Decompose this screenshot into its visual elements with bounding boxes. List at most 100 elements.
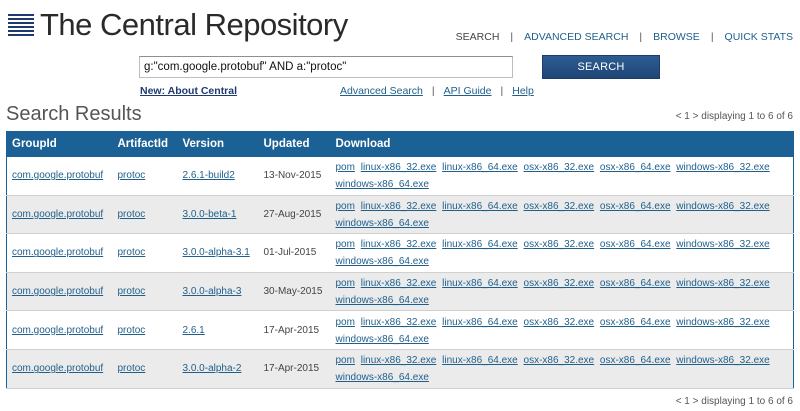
table-row: com.google.protobuf protoc 3.0.0-alpha-3.1… (6, 233, 794, 273)
results-table: GroupId ArtifactId Version Updated Downl… (6, 131, 794, 389)
column-header-artifactid[interactable]: ArtifactId (112, 131, 178, 157)
version-link[interactable]: 2.6.1-build2 (183, 170, 235, 181)
version-link[interactable]: 3.0.0-alpha-2 (183, 363, 242, 374)
nav-separator: | (510, 31, 514, 43)
download-link[interactable]: windows-x86_64.exe (336, 256, 429, 267)
version-link[interactable]: 3.0.0-beta-1 (183, 209, 237, 220)
download-link[interactable]: windows-x86_32.exe (676, 317, 769, 328)
column-header-updated[interactable]: Updated (258, 131, 331, 157)
artifactid-cell: protoc (112, 195, 178, 235)
advanced-search-link[interactable]: Advanced Search (340, 85, 423, 97)
nav-quick-stats[interactable]: QUICK STATS (725, 31, 793, 43)
news-link-container: New: About Central (140, 85, 237, 97)
download-link[interactable]: linux-x86_32.exe (361, 355, 437, 366)
download-link[interactable]: pom (336, 278, 355, 289)
table-row: com.google.protobuf protoc 3.0.0-alpha-3 30… (6, 272, 794, 312)
site-title: The Central Repository (40, 7, 348, 42)
download-link[interactable]: windows-x86_32.exe (676, 355, 769, 366)
download-link[interactable]: pom (336, 201, 355, 212)
download-link[interactable]: osx-x86_32.exe (524, 162, 595, 173)
download-link[interactable]: osx-x86_32.exe (524, 278, 595, 289)
download-link[interactable]: windows-x86_64.exe (336, 334, 429, 345)
download-link[interactable]: osx-x86_32.exe (524, 239, 595, 250)
updated-cell: 17-Apr-2015 (258, 310, 331, 350)
download-link[interactable]: windows-x86_64.exe (336, 295, 429, 306)
download-link[interactable]: windows-x86_64.exe (336, 218, 429, 229)
column-header-groupid[interactable]: GroupId (6, 131, 113, 157)
download-link[interactable]: osx-x86_64.exe (600, 355, 671, 366)
artifactid-link[interactable]: protoc (118, 247, 146, 258)
download-link[interactable]: pom (336, 317, 355, 328)
help-link[interactable]: Help (512, 85, 534, 97)
artifactid-link[interactable]: protoc (118, 363, 146, 374)
download-link[interactable]: linux-x86_32.exe (361, 278, 437, 289)
download-link[interactable]: linux-x86_64.exe (442, 355, 518, 366)
groupid-link[interactable]: com.google.protobuf (12, 363, 103, 374)
download-link[interactable]: osx-x86_64.exe (600, 201, 671, 212)
column-header-version[interactable]: Version (177, 131, 259, 157)
groupid-link[interactable]: com.google.protobuf (12, 325, 103, 336)
download-link[interactable]: osx-x86_64.exe (600, 239, 671, 250)
download-link[interactable]: pom (336, 162, 355, 173)
download-link[interactable]: linux-x86_32.exe (361, 317, 437, 328)
download-link[interactable]: linux-x86_64.exe (442, 278, 518, 289)
pager-bottom: < 1 > displaying 1 to 6 of 6 (675, 396, 793, 407)
download-link[interactable]: windows-x86_32.exe (676, 239, 769, 250)
download-link[interactable]: windows-x86_32.exe (676, 201, 769, 212)
search-input[interactable]: g:"com.google.protobuf" AND a:"protoc" (139, 56, 513, 78)
version-link[interactable]: 2.6.1 (183, 325, 205, 336)
version-cell: 3.0.0-alpha-3.1 (177, 233, 259, 273)
groupid-cell: com.google.protobuf (6, 349, 113, 389)
download-link[interactable]: osx-x86_64.exe (600, 317, 671, 328)
search-button[interactable]: SEARCH (542, 55, 660, 79)
about-central-link[interactable]: New: About Central (140, 85, 237, 97)
download-link[interactable]: windows-x86_64.exe (336, 179, 429, 190)
download-cell: pom linux-x86_32.exe linux-x86_64.exe os… (330, 156, 794, 196)
artifactid-cell: protoc (112, 349, 178, 389)
download-link[interactable]: osx-x86_64.exe (600, 278, 671, 289)
download-link[interactable]: linux-x86_32.exe (361, 162, 437, 173)
download-link[interactable]: linux-x86_64.exe (442, 162, 518, 173)
artifactid-link[interactable]: protoc (118, 209, 146, 220)
version-cell: 3.0.0-alpha-2 (177, 349, 259, 389)
download-cell: pom linux-x86_32.exe linux-x86_64.exe os… (330, 195, 794, 235)
artifactid-link[interactable]: protoc (118, 325, 146, 336)
download-link[interactable]: linux-x86_32.exe (361, 239, 437, 250)
groupid-link[interactable]: com.google.protobuf (12, 170, 103, 181)
groupid-cell: com.google.protobuf (6, 272, 113, 312)
download-link[interactable]: linux-x86_64.exe (442, 201, 518, 212)
download-link[interactable]: osx-x86_32.exe (524, 317, 595, 328)
groupid-link[interactable]: com.google.protobuf (12, 247, 103, 258)
download-link[interactable]: linux-x86_32.exe (361, 201, 437, 212)
nav-advanced-search[interactable]: ADVANCED SEARCH (524, 31, 628, 43)
groupid-cell: com.google.protobuf (6, 195, 113, 235)
groupid-link[interactable]: com.google.protobuf (12, 286, 103, 297)
site-logo[interactable]: The Central Repository (8, 8, 348, 42)
version-link[interactable]: 3.0.0-alpha-3.1 (183, 247, 250, 258)
nav-search: SEARCH (455, 31, 500, 43)
download-link[interactable]: osx-x86_32.exe (524, 355, 595, 366)
link-separator: | (431, 85, 435, 97)
download-link[interactable]: pom (336, 239, 355, 250)
download-link[interactable]: windows-x86_32.exe (676, 278, 769, 289)
download-cell: pom linux-x86_32.exe linux-x86_64.exe os… (330, 233, 794, 273)
download-link[interactable]: osx-x86_32.exe (524, 201, 595, 212)
download-link[interactable]: pom (336, 355, 355, 366)
download-cell: pom linux-x86_32.exe linux-x86_64.exe os… (330, 272, 794, 312)
table-row: com.google.protobuf protoc 3.0.0-beta-1 27-… (6, 195, 794, 235)
download-link[interactable]: windows-x86_32.exe (676, 162, 769, 173)
updated-cell: 27-Aug-2015 (258, 195, 331, 235)
version-cell: 3.0.0-alpha-3 (177, 272, 259, 312)
download-link[interactable]: osx-x86_64.exe (600, 162, 671, 173)
table-row: com.google.protobuf protoc 2.6.1 17-Apr-201… (6, 310, 794, 350)
download-link[interactable]: windows-x86_64.exe (336, 372, 429, 383)
artifactid-link[interactable]: protoc (118, 170, 146, 181)
download-link[interactable]: linux-x86_64.exe (442, 317, 518, 328)
download-cell: pom linux-x86_32.exe linux-x86_64.exe os… (330, 349, 794, 389)
download-link[interactable]: linux-x86_64.exe (442, 239, 518, 250)
api-guide-link[interactable]: API Guide (444, 85, 492, 97)
version-link[interactable]: 3.0.0-alpha-3 (183, 286, 242, 297)
nav-browse[interactable]: BROWSE (653, 31, 700, 43)
artifactid-link[interactable]: protoc (118, 286, 146, 297)
groupid-link[interactable]: com.google.protobuf (12, 209, 103, 220)
